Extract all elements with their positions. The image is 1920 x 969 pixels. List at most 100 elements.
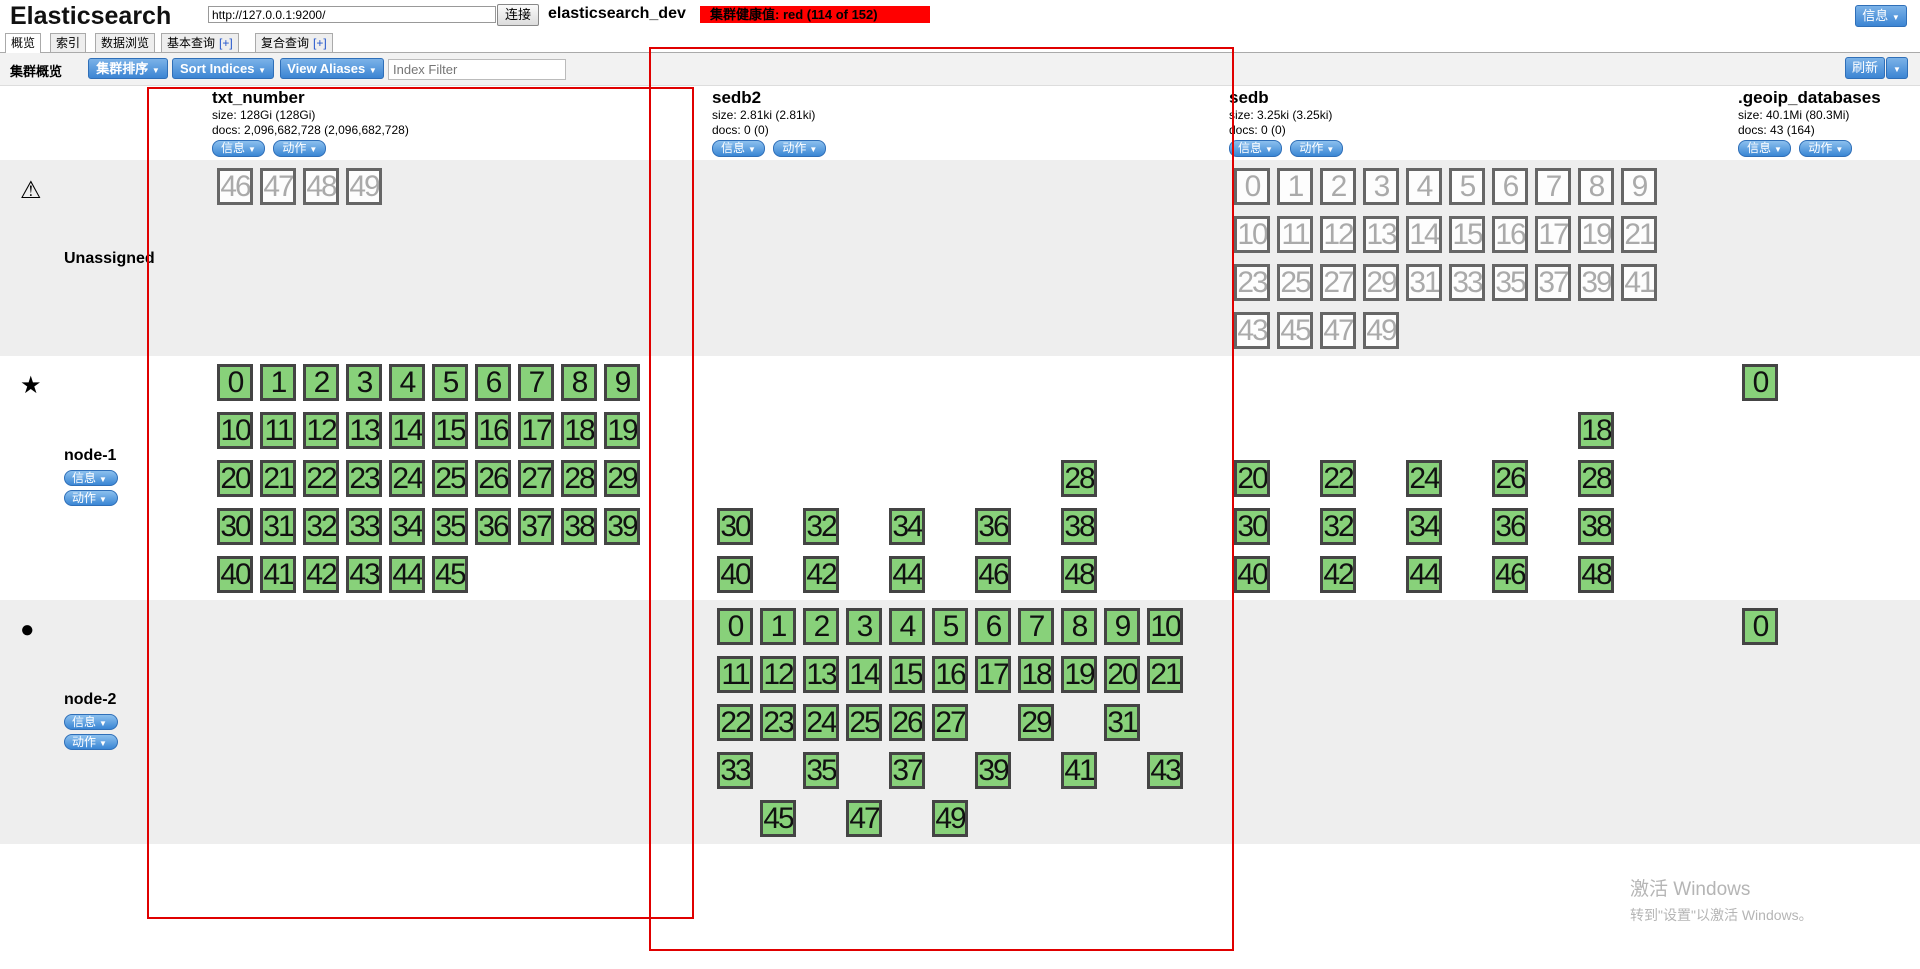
chevron-down-icon: ▼ <box>1891 13 1900 22</box>
shard-unassigned[interactable]: 45 <box>1277 312 1313 349</box>
node-action-label: 动作 <box>72 491 97 505</box>
shard-unassigned[interactable]: 0 <box>1234 168 1270 205</box>
shard-assigned[interactable]: 46 <box>1492 556 1528 593</box>
shard-assigned[interactable]: 42 <box>1320 556 1356 593</box>
shard-unassigned[interactable]: 11 <box>1277 216 1313 253</box>
shard-unassigned[interactable]: 8 <box>1578 168 1614 205</box>
shard-assigned[interactable]: 18 <box>1578 412 1614 449</box>
shard-unassigned[interactable]: 23 <box>1234 264 1270 301</box>
annotation-box <box>147 87 694 919</box>
tab-indices[interactable]: 索引 <box>50 33 87 52</box>
refresh-options-button[interactable]: ▼ <box>1886 57 1908 79</box>
chevron-down-icon: ▼ <box>99 719 107 728</box>
chevron-down-icon: ▼ <box>99 475 107 484</box>
shard-unassigned[interactable]: 1 <box>1277 168 1313 205</box>
node-2-label: node-2 <box>64 691 117 708</box>
shard-assigned[interactable]: 44 <box>1406 556 1442 593</box>
tab-basic-query-add[interactable]: [+] <box>219 36 233 50</box>
shard-unassigned[interactable]: 17 <box>1535 216 1571 253</box>
node-info-button[interactable]: 信息 ▼ <box>64 470 118 486</box>
view-aliases-button[interactable]: View Aliases ▼ <box>280 58 384 79</box>
watermark-line-2: 转到"设置"以激活 Windows。 <box>1630 907 1813 923</box>
node-info-label: 信息 <box>72 471 97 485</box>
annotation-box <box>649 47 1234 951</box>
index-docs: docs: 43 (164) <box>1738 123 1815 137</box>
node-info-button[interactable]: 信息 ▼ <box>64 714 118 730</box>
shard-unassigned[interactable]: 7 <box>1535 168 1571 205</box>
shard-unassigned[interactable]: 41 <box>1621 264 1657 301</box>
shard-unassigned[interactable]: 19 <box>1578 216 1614 253</box>
shard-assigned[interactable]: 26 <box>1492 460 1528 497</box>
shard-unassigned[interactable]: 49 <box>1363 312 1399 349</box>
index-filter-input[interactable] <box>388 59 566 80</box>
shard-unassigned[interactable]: 21 <box>1621 216 1657 253</box>
node-dot-icon: ● <box>20 616 35 643</box>
shard-unassigned[interactable]: 5 <box>1449 168 1485 205</box>
shard-assigned[interactable]: 38 <box>1578 508 1614 545</box>
shard-unassigned[interactable]: 12 <box>1320 216 1356 253</box>
cluster-url-input[interactable] <box>208 6 496 23</box>
shard-unassigned[interactable]: 16 <box>1492 216 1528 253</box>
chevron-down-icon: ▼ <box>368 66 377 75</box>
view-aliases-label: View Aliases <box>287 61 366 76</box>
shard-assigned[interactable]: 20 <box>1234 460 1270 497</box>
app-title: Elasticsearch <box>10 2 172 30</box>
shard-unassigned[interactable]: 2 <box>1320 168 1356 205</box>
shard-unassigned[interactable]: 4 <box>1406 168 1442 205</box>
shard-assigned[interactable]: 22 <box>1320 460 1356 497</box>
sort-indices-button[interactable]: Sort Indices ▼ <box>172 58 274 79</box>
shard-assigned[interactable]: 34 <box>1406 508 1442 545</box>
shard-unassigned[interactable]: 3 <box>1363 168 1399 205</box>
shard-unassigned[interactable]: 25 <box>1277 264 1313 301</box>
shard-assigned[interactable]: 48 <box>1578 556 1614 593</box>
index-header-sedb: sedb size: 3.25ki (3.25ki) docs: 0 (0) 信… <box>1229 88 1347 157</box>
shard-unassigned[interactable]: 27 <box>1320 264 1356 301</box>
tab-complex-query-label: 复合查询 <box>261 36 310 50</box>
shard-assigned[interactable]: 0 <box>1742 364 1778 401</box>
tab-browser[interactable]: 数据浏览 <box>95 33 156 52</box>
shard-assigned[interactable]: 28 <box>1578 460 1614 497</box>
tab-complex-query[interactable]: 复合查询 [+] <box>255 33 333 52</box>
shard-unassigned[interactable]: 39 <box>1578 264 1614 301</box>
info-menu-button[interactable]: 信息 ▼ <box>1855 5 1907 27</box>
shard-unassigned[interactable]: 10 <box>1234 216 1270 253</box>
shard-unassigned[interactable]: 15 <box>1449 216 1485 253</box>
shard-unassigned[interactable]: 6 <box>1492 168 1528 205</box>
index-name: sedb <box>1229 88 1269 107</box>
connect-button[interactable]: 连接 <box>497 4 540 26</box>
index-action-button[interactable]: 动作 ▼ <box>1290 140 1344 157</box>
shard-unassigned[interactable]: 47 <box>1320 312 1356 349</box>
shard-unassigned[interactable]: 31 <box>1406 264 1442 301</box>
shard-assigned[interactable]: 30 <box>1234 508 1270 545</box>
node-2-actions: 信息 ▼ 动作 ▼ <box>64 710 118 750</box>
node-1-actions: 信息 ▼ 动作 ▼ <box>64 466 118 506</box>
index-docs: docs: 0 (0) <box>1229 123 1286 137</box>
tab-complex-query-add[interactable]: [+] <box>313 36 327 50</box>
shard-unassigned[interactable]: 43 <box>1234 312 1270 349</box>
refresh-button[interactable]: 刷新 <box>1845 57 1885 79</box>
shard-unassigned[interactable]: 14 <box>1406 216 1442 253</box>
shard-assigned[interactable]: 36 <box>1492 508 1528 545</box>
shard-unassigned[interactable]: 37 <box>1535 264 1571 301</box>
tab-basic-query[interactable]: 基本查询 [+] <box>161 33 239 52</box>
shard-unassigned[interactable]: 9 <box>1621 168 1657 205</box>
shard-assigned[interactable]: 24 <box>1406 460 1442 497</box>
shard-unassigned[interactable]: 35 <box>1492 264 1528 301</box>
tab-overview[interactable]: 概览 <box>5 33 42 53</box>
shard-unassigned[interactable]: 13 <box>1363 216 1399 253</box>
index-info-button[interactable]: 信息 ▼ <box>1229 140 1282 157</box>
sort-cluster-button[interactable]: 集群排序 ▼ <box>88 58 168 79</box>
master-star-icon: ★ <box>20 372 42 399</box>
index-info-button[interactable]: 信息 ▼ <box>1738 140 1791 157</box>
shard-assigned[interactable]: 0 <box>1742 608 1778 645</box>
node-action-button[interactable]: 动作 ▼ <box>64 490 118 506</box>
node-action-button[interactable]: 动作 ▼ <box>64 734 118 750</box>
watermark-line-1: 激活 Windows <box>1630 879 1751 900</box>
shard-assigned[interactable]: 32 <box>1320 508 1356 545</box>
chevron-down-icon: ▼ <box>151 66 160 75</box>
shard-unassigned[interactable]: 33 <box>1449 264 1485 301</box>
shard-assigned[interactable]: 40 <box>1234 556 1270 593</box>
node-action-label: 动作 <box>72 735 97 749</box>
index-action-button[interactable]: 动作 ▼ <box>1799 140 1853 157</box>
shard-unassigned[interactable]: 29 <box>1363 264 1399 301</box>
